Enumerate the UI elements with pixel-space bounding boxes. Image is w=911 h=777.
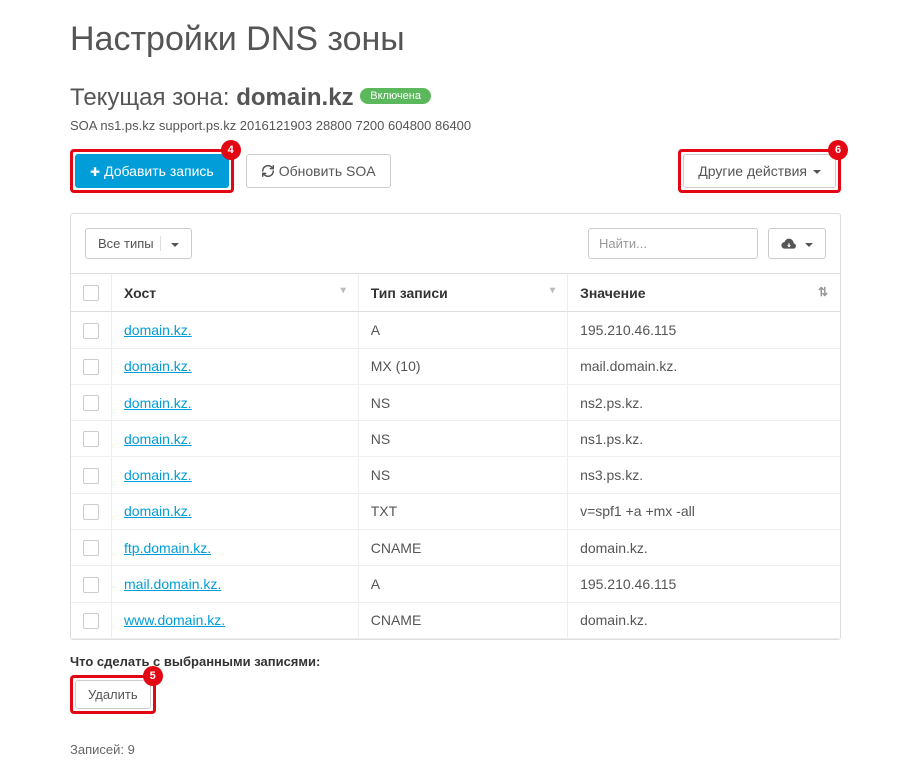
host-link[interactable]: domain.kz. [124,431,192,447]
bulk-action-label: Что сделать с выбранными записями: [70,654,841,669]
row-checkbox[interactable] [83,577,99,593]
table-row: www.domain.kz. CNAMEdomain.kz. [71,602,840,638]
records-count-prefix: Записей: [70,742,128,757]
record-value-cell: v=spf1 +a +mx -all [568,493,840,529]
table-row: domain.kz. MX (10)mail.domain.kz. [71,348,840,384]
record-value-cell: ns2.ps.kz. [568,384,840,420]
refresh-icon [261,163,275,179]
table-row: ftp.domain.kz. CNAMEdomain.kz. [71,530,840,566]
host-link[interactable]: domain.kz. [124,503,192,519]
current-zone: Текущая зона: domain.kz Включена [70,84,841,112]
row-checkbox[interactable] [83,504,99,520]
host-link[interactable]: domain.kz. [124,395,192,411]
record-value-cell: ns3.ps.kz. [568,457,840,493]
sort-icon: ⇅ [818,285,828,299]
record-value-cell: 195.210.46.115 [568,566,840,602]
row-checkbox[interactable] [83,540,99,556]
record-type-cell: A [358,566,567,602]
caret-down-icon [160,236,179,251]
caret-down-icon [811,163,821,179]
annotation-badge-6: 6 [828,140,848,160]
zone-domain: domain.kz [236,84,353,111]
record-value-cell: domain.kz. [568,602,840,638]
caret-down-icon [803,236,813,251]
type-filter-dropdown[interactable]: Все типы [85,228,192,259]
page-title: Настройки DNS зоны [70,20,841,59]
delete-button[interactable]: Удалить [75,680,151,709]
zone-status-badge: Включена [360,88,431,104]
column-value[interactable]: Значение ⇅ [568,274,840,312]
caret-down-icon: ▾ [341,285,346,296]
column-type-label: Тип записи [371,285,448,301]
record-type-cell: NS [358,457,567,493]
search-input[interactable] [588,228,758,259]
zone-prefix: Текущая зона: [70,84,236,111]
column-host-label: Хост [124,285,156,301]
cloud-download-icon [781,237,797,251]
annotation-badge-4: 4 [221,140,241,160]
refresh-soa-button[interactable]: Обновить SOA [246,154,391,188]
row-checkbox[interactable] [83,359,99,375]
add-record-button[interactable]: Добавить запись [75,154,229,188]
records-panel: Все типы Хост ▾ Тип записи ▾ Значение ⇅ dom… [70,213,841,640]
refresh-soa-label: Обновить SOA [279,163,376,179]
table-row: domain.kz. TXTv=spf1 +a +mx -all [71,493,840,529]
record-value-cell: 195.210.46.115 [568,312,840,348]
column-type[interactable]: Тип записи ▾ [358,274,567,312]
plus-icon [90,163,100,179]
table-row: domain.kz. NSns1.ps.kz. [71,421,840,457]
records-count: Записей: 9 [70,742,841,757]
row-checkbox[interactable] [83,323,99,339]
host-link[interactable]: mail.domain.kz. [124,576,221,592]
host-link[interactable]: domain.kz. [124,467,192,483]
row-checkbox[interactable] [83,468,99,484]
record-type-cell: NS [358,384,567,420]
row-checkbox[interactable] [83,431,99,447]
record-value-cell: mail.domain.kz. [568,348,840,384]
record-type-cell: TXT [358,493,567,529]
other-actions-label: Другие действия [698,163,807,179]
record-value-cell: ns1.ps.kz. [568,421,840,457]
record-value-cell: domain.kz. [568,530,840,566]
export-dropdown[interactable] [768,228,826,259]
select-all-checkbox[interactable] [83,285,99,301]
table-row: domain.kz. NSns3.ps.kz. [71,457,840,493]
table-row: mail.domain.kz. A195.210.46.115 [71,566,840,602]
host-link[interactable]: domain.kz. [124,358,192,374]
host-link[interactable]: domain.kz. [124,322,192,338]
row-checkbox[interactable] [83,613,99,629]
annotation-badge-5: 5 [143,666,163,686]
table-row: domain.kz. NSns2.ps.kz. [71,384,840,420]
column-host[interactable]: Хост ▾ [112,274,359,312]
records-table: Хост▾ Тип записи▾ Значение⇅ domain.kz.A1… [71,273,840,639]
other-actions-button[interactable]: Другие действия [683,154,836,188]
caret-down-icon: ▾ [550,285,555,296]
type-filter-label: Все типы [98,236,154,251]
record-type-cell: CNAME [358,602,567,638]
column-value-label: Значение [580,285,645,301]
record-type-cell: NS [358,421,567,457]
host-link[interactable]: ftp.domain.kz. [124,540,211,556]
host-link[interactable]: www.domain.kz. [124,612,225,628]
row-checkbox[interactable] [83,395,99,411]
record-type-cell: CNAME [358,530,567,566]
table-row: domain.kz. A195.210.46.115 [71,312,840,348]
add-record-label: Добавить запись [104,163,214,179]
record-type-cell: MX (10) [358,348,567,384]
records-count-value: 9 [128,742,135,757]
record-type-cell: A [358,312,567,348]
soa-line: SOA ns1.ps.kz support.ps.kz 2016121903 2… [70,118,841,133]
